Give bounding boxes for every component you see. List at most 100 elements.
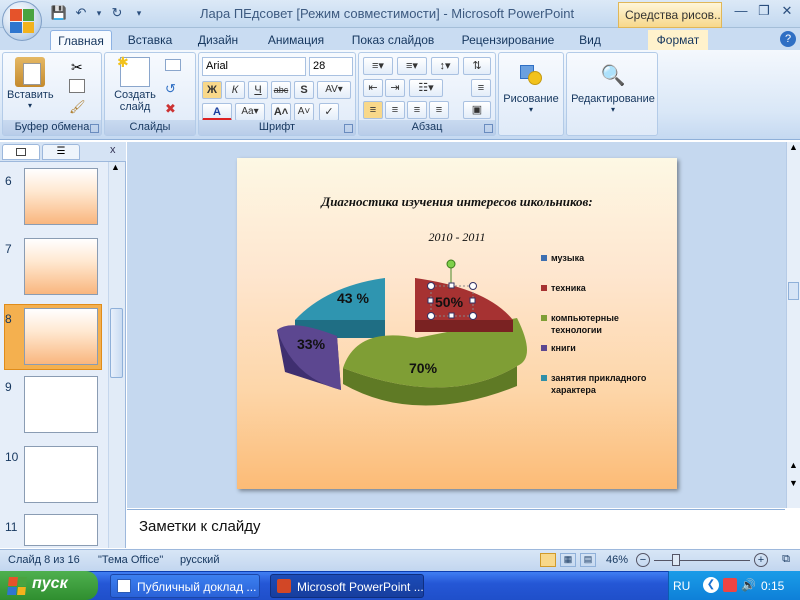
tab-outline[interactable]: ☰ <box>42 144 80 160</box>
undo-dropdown-icon[interactable]: ▾ <box>90 4 108 22</box>
reset-icon[interactable]: ↺ <box>165 81 176 97</box>
bold-button[interactable]: Ж <box>202 81 222 99</box>
slide-thumbnail-9[interactable] <box>24 376 98 433</box>
bullets-icon[interactable]: ≡▾ <box>363 57 393 75</box>
decrease-indent-icon[interactable]: ⇤ <box>363 79 383 97</box>
drawing-button[interactable]: Рисование ▾ <box>501 61 561 114</box>
volume-icon[interactable]: 🔊 <box>741 578 756 592</box>
dialog-launcher-icon[interactable] <box>484 124 493 133</box>
text-direction-icon[interactable]: ⇅ <box>463 57 491 75</box>
previous-slide-icon[interactable]: ▲ <box>789 460 798 470</box>
next-slide-icon[interactable]: ▼ <box>789 478 798 488</box>
help-icon[interactable]: ? <box>780 31 796 47</box>
paste-button[interactable]: Вставить ▾ <box>7 57 54 110</box>
tab-insert[interactable]: Вставка <box>120 30 180 50</box>
scroll-up-icon[interactable]: ▲ <box>789 142 798 152</box>
tab-format[interactable]: Формат <box>648 30 708 50</box>
align-center-icon[interactable]: ≡ <box>385 101 405 119</box>
tab-design[interactable]: Дизайн <box>188 30 248 50</box>
cut-icon[interactable]: ✂ <box>71 59 83 76</box>
font-name-combo[interactable]: Arial <box>202 57 306 76</box>
slides-pane-scrollbar[interactable]: ▲ <box>108 162 125 548</box>
increase-indent-icon[interactable]: ⇥ <box>385 79 405 97</box>
slide-sorter-icon[interactable]: ▦ <box>560 553 576 567</box>
italic-button[interactable]: К <box>225 81 245 99</box>
underline-button[interactable]: Ч <box>248 81 268 99</box>
scroll-thumb[interactable] <box>788 282 799 300</box>
tab-slideshow[interactable]: Показ слайдов <box>344 30 442 50</box>
tab-view[interactable]: Вид <box>570 30 610 50</box>
normal-view-icon[interactable] <box>540 553 556 567</box>
smartart-icon[interactable]: ▣ <box>463 101 491 119</box>
slideshow-icon[interactable]: ▤ <box>580 553 596 567</box>
slice-books[interactable] <box>277 325 341 390</box>
clear-formatting-icon[interactable]: ✓ <box>319 103 339 121</box>
layout-icon[interactable] <box>165 59 181 71</box>
notes-pane[interactable]: Заметки к слайду <box>127 509 785 547</box>
slide-thumbnail-6[interactable] <box>24 168 98 225</box>
new-slide-button[interactable]: ✱ Создать слайд <box>111 54 159 113</box>
restore-icon[interactable]: ❐ <box>753 2 775 20</box>
slide-thumbnail-10[interactable] <box>24 446 98 503</box>
redo-icon[interactable]: ↻ <box>108 4 126 22</box>
fit-to-window-icon[interactable]: ⧉ <box>778 553 794 567</box>
columns-icon[interactable]: ☷▾ <box>409 79 443 97</box>
language-bar[interactable]: RU <box>673 579 690 593</box>
scroll-up-icon[interactable]: ▲ <box>111 162 120 172</box>
dialog-launcher-icon[interactable] <box>90 124 99 133</box>
zoom-in-icon[interactable]: + <box>754 553 768 567</box>
slide-thumbnail-7[interactable] <box>24 238 98 295</box>
minimize-icon[interactable]: — <box>730 2 752 20</box>
align-right-icon[interactable]: ≡ <box>407 101 427 119</box>
data-label-cs: 70% <box>409 360 438 376</box>
close-pane-icon[interactable]: x <box>110 144 116 156</box>
tray-app-icon[interactable] <box>723 578 737 592</box>
start-button[interactable]: пуск <box>0 571 98 600</box>
undo-icon[interactable]: ↶ <box>72 4 90 22</box>
align-text-icon[interactable]: ≡ <box>471 79 491 97</box>
delete-slide-icon[interactable]: ✖ <box>165 101 176 117</box>
main-scrollbar[interactable]: ▲ ▲ ▼ <box>786 142 800 508</box>
copy-icon[interactable] <box>69 79 85 93</box>
zoom-level[interactable]: 46% <box>606 554 628 566</box>
tab-slides-thumbnails[interactable] <box>2 144 40 160</box>
justify-icon[interactable]: ≡ <box>429 101 449 119</box>
save-icon[interactable]: 💾 <box>50 4 68 22</box>
legend-swatch-icon <box>541 285 547 291</box>
shadow-button[interactable]: S <box>294 81 314 99</box>
slide-canvas[interactable]: Диагностика изучения интересов школьнико… <box>237 158 677 489</box>
char-spacing-icon[interactable]: AV▾ <box>317 81 351 99</box>
zoom-out-icon[interactable]: − <box>636 553 650 567</box>
office-button[interactable] <box>2 1 42 41</box>
zoom-slider-thumb[interactable] <box>672 554 680 566</box>
grow-font-icon[interactable]: A˄ <box>271 103 291 121</box>
tab-home[interactable]: Главная <box>50 30 112 50</box>
tray-expand-icon[interactable]: ❮ <box>703 577 719 593</box>
close-icon[interactable]: ✕ <box>776 2 798 20</box>
editing-button[interactable]: 🔍 Редактирование ▾ <box>569 61 657 114</box>
strikethrough-button[interactable]: abc <box>271 81 291 99</box>
slide-thumbnail-8[interactable] <box>24 308 98 365</box>
dialog-launcher-icon[interactable] <box>344 124 353 133</box>
taskbar-item-powerpoint[interactable]: Microsoft PowerPoint ... <box>270 574 424 598</box>
window-title: Лара ПЕдсовет [Режим совместимости] - Mi… <box>200 6 575 21</box>
change-case-icon[interactable]: Aa▾ <box>235 103 265 121</box>
tab-animation[interactable]: Анимация <box>258 30 334 50</box>
tab-review[interactable]: Рецензирование <box>452 30 564 50</box>
binoculars-icon: 🔍 <box>600 65 626 87</box>
customize-qat-icon[interactable]: ▾ <box>130 4 148 22</box>
font-color-icon[interactable]: A <box>202 103 232 121</box>
shrink-font-icon[interactable]: A˅ <box>294 103 314 121</box>
zoom-slider[interactable] <box>654 560 750 561</box>
group-editing: 🔍 Редактирование ▾ <box>566 52 658 136</box>
taskbar-item-label: Microsoft PowerPoint ... <box>297 580 424 594</box>
format-painter-icon[interactable]: 🖌 <box>69 99 86 115</box>
align-left-icon[interactable]: ≡ <box>363 101 383 119</box>
line-spacing-icon[interactable]: ↕▾ <box>431 57 459 75</box>
scroll-thumb[interactable] <box>110 308 123 378</box>
font-size-combo[interactable]: 28 <box>309 57 353 76</box>
slide-thumbnail-11[interactable] <box>24 514 98 546</box>
taskbar-item-word[interactable]: Публичный доклад ... <box>110 574 260 598</box>
numbering-icon[interactable]: ≡▾ <box>397 57 427 75</box>
data-label-tech[interactable]: 50% <box>435 294 463 310</box>
